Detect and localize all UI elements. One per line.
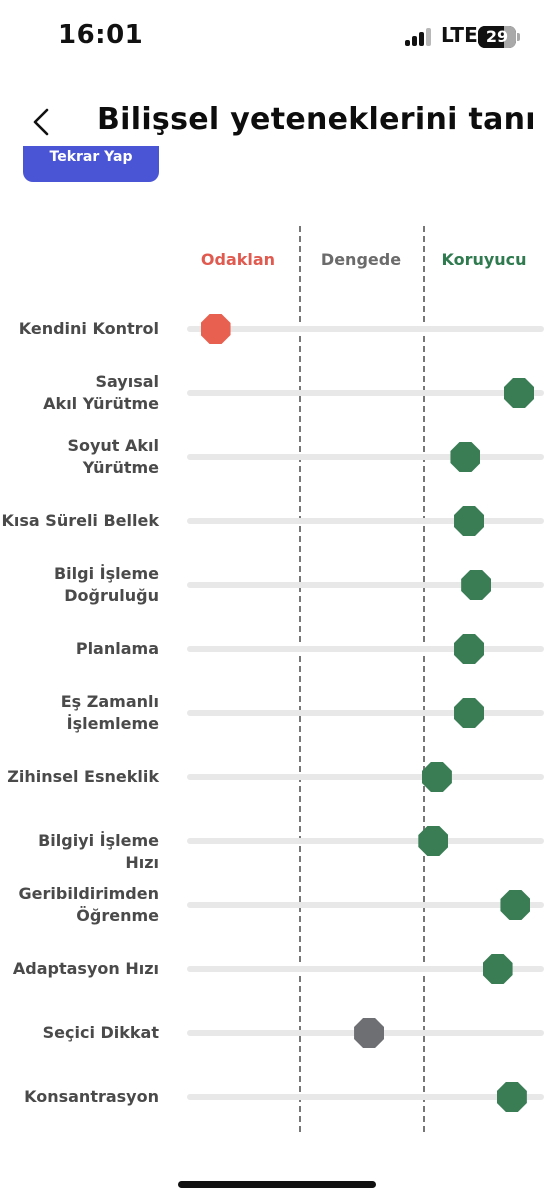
skill-row: Geribildirimden Öğrenme	[0, 873, 554, 937]
home-indicator[interactable]	[178, 1181, 376, 1188]
skill-track	[187, 454, 544, 460]
skill-track	[187, 838, 544, 844]
skill-track	[187, 646, 544, 652]
column-header-protective: Koruyucu	[441, 250, 527, 269]
skill-track	[187, 902, 544, 908]
skill-row: Eş Zamanlı İşlemleme	[0, 681, 554, 745]
skill-track	[187, 1094, 544, 1100]
skill-row: Bilgiyi İşleme Hızı	[0, 809, 554, 873]
skill-label: Planlama	[75, 639, 159, 658]
retake-test-button[interactable]: Tekrar Yap	[23, 146, 159, 182]
skill-track	[187, 710, 544, 716]
skill-label: Konsantrasyon	[24, 1087, 159, 1106]
column-header-balanced: Dengede	[320, 250, 402, 269]
skill-score-marker	[496, 1082, 527, 1112]
skill-label: Seçici Dikkat	[42, 1023, 159, 1042]
skill-score-marker	[454, 634, 485, 664]
skill-score-marker	[354, 1018, 385, 1048]
skill-track	[187, 326, 544, 332]
skill-row: Konsantrasyon	[0, 1065, 554, 1129]
skill-track	[187, 774, 544, 780]
chevron-left-icon[interactable]	[28, 104, 56, 140]
skill-row: Bilgi İşleme Doğruluğu	[0, 553, 554, 617]
skill-label: Bilgi İşleme Doğruluğu	[53, 564, 159, 605]
skill-track	[187, 518, 544, 524]
battery-nub	[517, 33, 520, 41]
skill-label: Kendini Kontrol	[18, 319, 159, 338]
cognitive-skills-chart: Odaklan Dengede Koruyucu Kendini Kontrol…	[0, 220, 554, 1140]
skill-label: Sayısal Akıl Yürütme	[43, 372, 159, 413]
skill-score-marker	[504, 378, 534, 408]
status-time: 16:01	[58, 20, 144, 50]
skill-row: Adaptasyon Hızı	[0, 937, 554, 1001]
signal-strength-icon	[405, 28, 435, 46]
skill-label: Bilgiyi İşleme Hızı	[38, 831, 159, 872]
skill-score-marker	[482, 954, 513, 984]
skill-label: Soyut Akıl Yürütme	[67, 436, 159, 477]
skill-score-marker	[421, 762, 452, 792]
skill-score-marker	[454, 506, 485, 536]
skill-score-marker	[200, 314, 231, 344]
skill-score-marker	[461, 570, 492, 600]
network-type: LTE	[441, 23, 478, 47]
battery-icon: 29	[478, 26, 516, 48]
skill-row: Sayısal Akıl Yürütme	[0, 361, 554, 425]
skill-label: Kısa Süreli Bellek	[1, 511, 159, 530]
skill-label: Adaptasyon Hızı	[12, 959, 159, 978]
skill-label: Eş Zamanlı İşlemleme	[60, 692, 159, 733]
skill-row: Kısa Süreli Bellek	[0, 489, 554, 553]
battery-level: 29	[485, 27, 509, 46]
skill-row: Zihinsel Esneklik	[0, 745, 554, 809]
skill-label: Geribildirimden Öğrenme	[18, 884, 159, 925]
skill-row: Soyut Akıl Yürütme	[0, 425, 554, 489]
skill-row: Seçici Dikkat	[0, 1001, 554, 1065]
skill-track	[187, 390, 544, 396]
column-header-focus: Odaklan	[200, 250, 276, 269]
skill-row: Planlama	[0, 617, 554, 681]
status-bar: 16:01 LTE 29	[0, 0, 554, 70]
skill-score-marker	[500, 890, 531, 920]
skill-label: Zihinsel Esneklik	[7, 767, 159, 786]
skill-score-marker	[454, 698, 485, 728]
skill-row: Kendini Kontrol	[0, 297, 554, 361]
page-title: Bilişsel yeteneklerini tanı	[97, 102, 536, 137]
skill-score-marker	[450, 442, 481, 472]
skill-score-marker	[418, 826, 449, 856]
